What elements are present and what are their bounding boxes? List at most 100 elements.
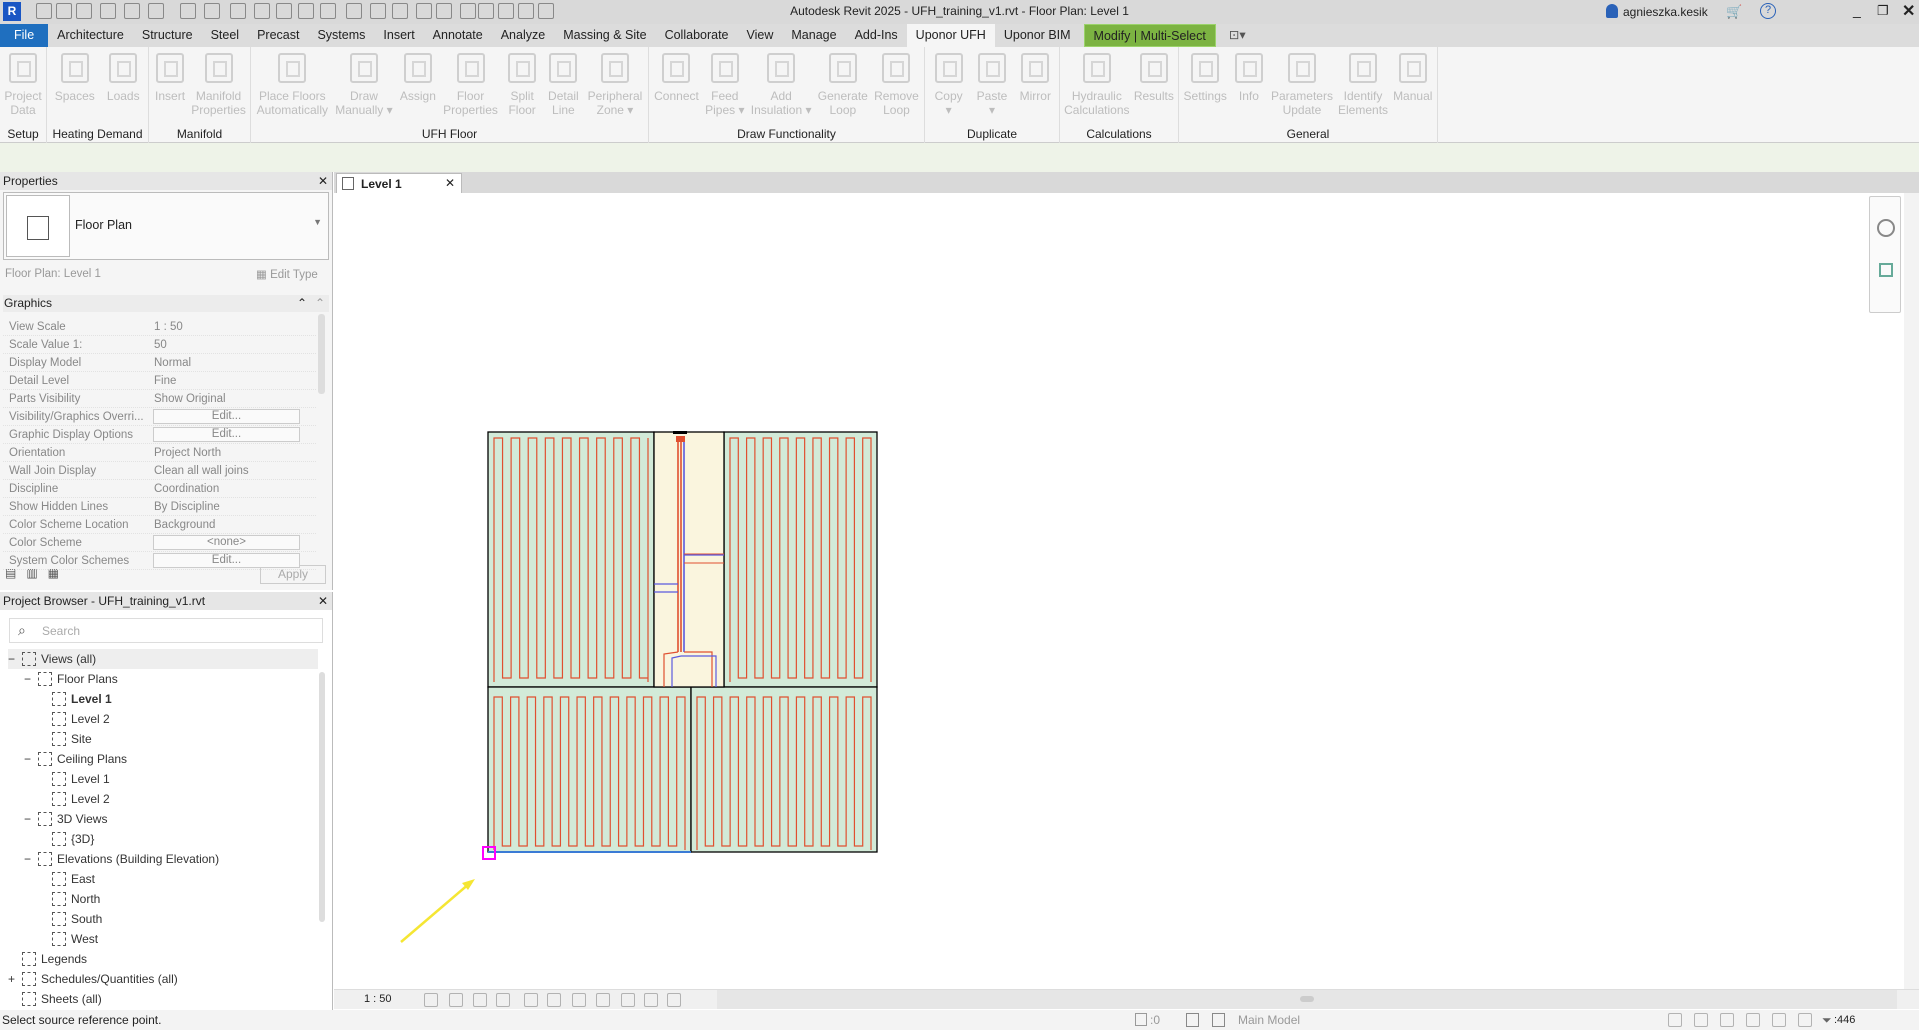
quick-access-tool-icon[interactable] [36,3,52,19]
active-model[interactable]: Main Model [1238,1010,1300,1030]
spaces-button[interactable]: Spaces [55,47,95,127]
tree-item[interactable]: West [52,929,98,949]
browser-scrollbar[interactable] [319,672,325,922]
tree-item[interactable]: − Elevations (Building Elevation) [24,849,219,869]
instance-selector[interactable]: Floor Plan: Level 1 [5,268,101,280]
tree-item[interactable]: South [52,909,102,929]
project-button[interactable]: Project Data [4,47,42,127]
tab-uponor-ufh[interactable]: Uponor UFH [906,24,995,47]
quick-access-tool-icon[interactable] [392,3,408,19]
insert-button[interactable]: Insert [153,47,187,127]
tab-annotate[interactable]: Annotate [424,24,492,47]
expand-icon[interactable]: + [8,969,22,989]
parameters-button[interactable]: Parameters Update [1271,47,1333,127]
tree-item[interactable]: Level 1 [52,689,112,709]
quick-access-tool-icon[interactable] [436,3,452,19]
tab-view[interactable]: View [738,24,783,47]
quick-access-tool-icon[interactable] [298,3,314,19]
view-control-icon[interactable] [572,993,586,1007]
close-icon[interactable]: ✕ [445,176,455,190]
tab-analyze[interactable]: Analyze [492,24,554,47]
selection-option-icon[interactable] [1720,1013,1734,1027]
selection-option-icon[interactable] [1694,1013,1708,1027]
quick-access-tool-icon[interactable] [180,3,196,19]
user-icon[interactable] [1606,4,1618,18]
tree-item[interactable]: + Schedules/Quantities (all) [8,969,178,989]
draw-button[interactable]: Draw Manually ▾ [335,47,393,127]
quick-access-tool-icon[interactable] [416,3,432,19]
selection-option-icon[interactable] [1668,1013,1682,1027]
assign-button[interactable]: Assign [400,47,436,127]
quick-access-tool-icon[interactable] [230,3,246,19]
remove-button[interactable]: Remove Loop [874,47,919,127]
user-name[interactable]: agnieszka.kesik [1623,5,1708,19]
editing-requests-icon[interactable] [1212,1013,1225,1027]
quick-access-tool-icon[interactable] [538,3,554,19]
peripheral-button[interactable]: Peripheral Zone ▾ [588,47,642,127]
close-icon[interactable]: ✕ [318,592,328,610]
property-edit-button[interactable]: Edit... [153,553,300,568]
design-options-icon[interactable] [1186,1013,1199,1027]
loads-button[interactable]: Loads [106,47,140,127]
property-value[interactable]: Show Original [154,390,226,408]
tab-structure[interactable]: Structure [133,24,202,47]
tab-architecture[interactable]: Architecture [48,24,133,47]
manifold-button[interactable]: Manifold Properties [191,47,246,127]
drawing-canvas[interactable] [334,193,1919,989]
split-button[interactable]: Split Floor [505,47,539,127]
add-button[interactable]: Add Insulation ▾ [751,47,812,127]
floor-plan-drawing[interactable] [334,193,1919,989]
quick-access-tool-icon[interactable] [148,3,164,19]
close-icon[interactable]: ✕ [318,172,328,190]
detail-button[interactable]: Detail Line [546,47,580,127]
tab-uponor-bim[interactable]: Uponor BIM [995,24,1080,47]
tab-add-ins[interactable]: Add-Ins [846,24,907,47]
tab-manage[interactable]: Manage [782,24,845,47]
view-control-icon[interactable] [496,993,510,1007]
minimize-button[interactable]: _ [1853,2,1861,18]
tab-massing-site[interactable]: Massing & Site [554,24,655,47]
property-value[interactable]: Project North [154,444,221,462]
corridor-room[interactable] [653,431,725,688]
collapse-icon[interactable]: − [24,669,38,689]
quick-access-tool-icon[interactable] [498,3,514,19]
tab-file[interactable]: File [0,24,49,47]
view-scale[interactable]: 1 : 50 [364,993,392,1005]
floor-button[interactable]: Floor Properties [443,47,498,127]
navigation-bar[interactable] [1869,196,1901,313]
property-edit-button[interactable]: Edit... [153,409,300,424]
collapse-icon[interactable]: − [24,749,38,769]
graphics-section[interactable]: Graphics ⌃ ⌃ [3,295,329,312]
quick-access-tool-icon[interactable] [320,3,336,19]
copy-button[interactable]: Copy ▾ [932,47,966,127]
tab-steel[interactable]: Steel [202,24,249,47]
type-selector[interactable]: Floor Plan ▼ [3,192,329,260]
feed-button[interactable]: Feed Pipes ▾ [705,47,745,127]
tree-item[interactable]: Site [52,729,92,749]
view-control-icon[interactable] [449,993,463,1007]
quick-access-tool-icon[interactable] [204,3,220,19]
collapse-icon[interactable]: − [24,809,38,829]
quick-access-tool-icon[interactable] [370,3,386,19]
selection-option-icon[interactable] [1746,1013,1760,1027]
tree-item[interactable]: − Floor Plans [24,669,118,689]
hydraulic-button[interactable]: Hydraulic Calculations [1064,47,1130,127]
quick-access-tool-icon[interactable] [56,3,72,19]
tree-item[interactable]: Sheets (all) [8,989,102,1009]
tree-item[interactable]: − 3D Views [24,809,107,829]
tab-precast[interactable]: Precast [248,24,308,47]
settings-button[interactable]: Settings [1184,47,1227,127]
quick-access-tool-icon[interactable] [276,3,292,19]
view-control-icon[interactable] [621,993,635,1007]
quick-access-tool-icon[interactable] [346,3,362,19]
horizontal-scrollbar[interactable] [717,990,1897,1009]
vertical-scrollbar[interactable] [1904,193,1919,989]
tree-item[interactable]: East [52,869,95,889]
mirror-button[interactable]: Mirror [1018,47,1052,127]
view-control-icon[interactable] [644,993,658,1007]
close-window-button[interactable]: ✕ [1902,1,1915,21]
property-value[interactable]: Coordination [154,480,219,498]
tree-item[interactable]: Level 1 [52,769,110,789]
generate-button[interactable]: Generate Loop [818,47,868,127]
tree-item[interactable]: {3D} [52,829,94,849]
